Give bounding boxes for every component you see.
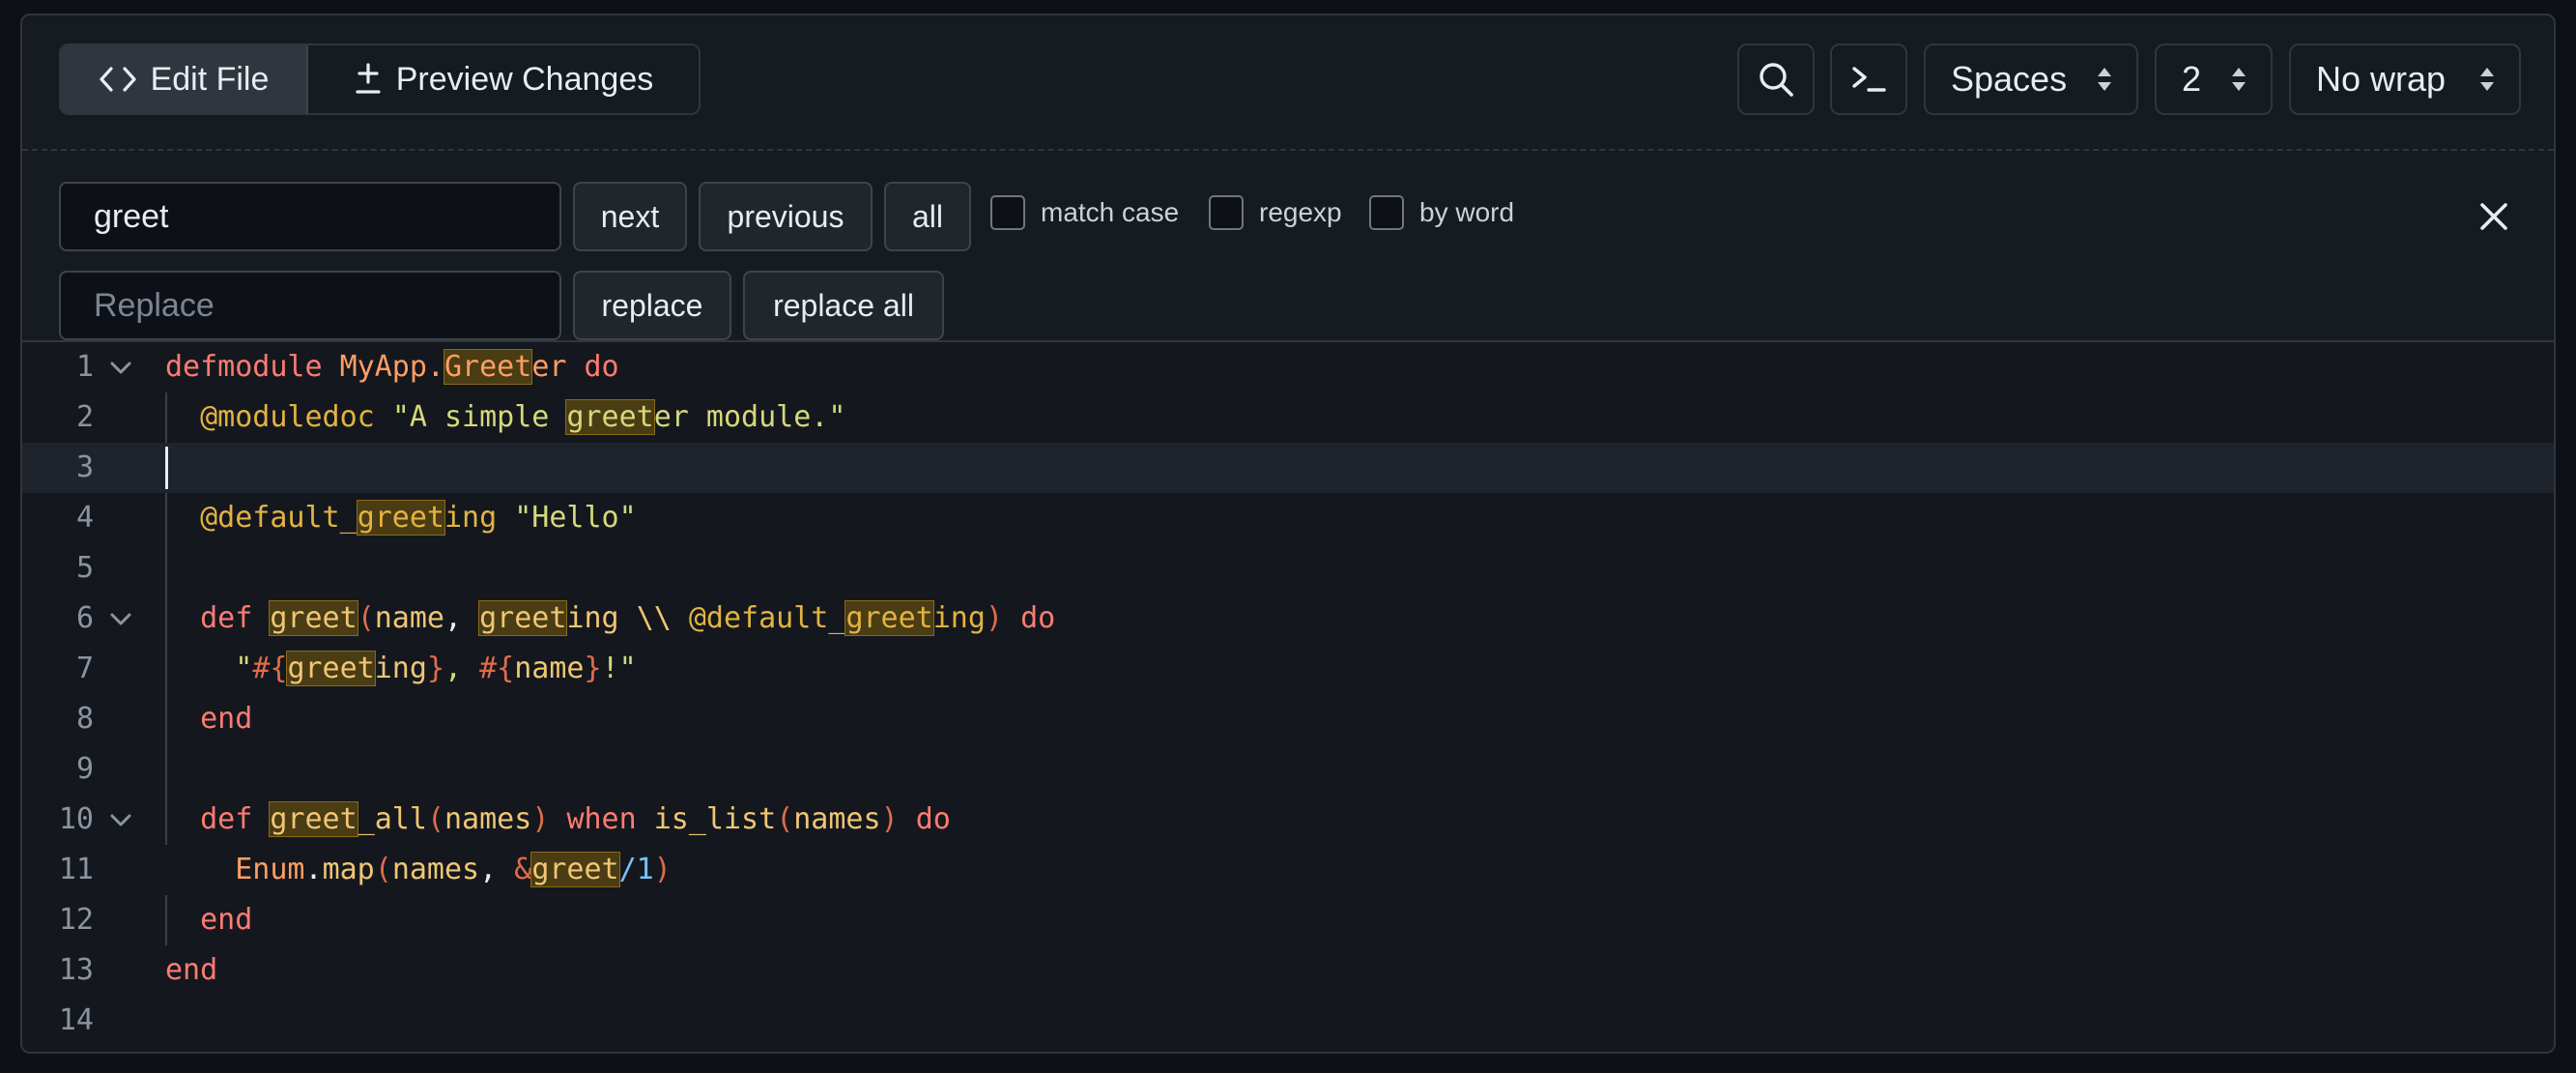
code-text: end [200, 903, 253, 937]
code-text: "#{greeting}, #{name}!" [235, 651, 637, 686]
mode-switch: Edit File Preview Changes [59, 44, 701, 115]
search-input[interactable] [59, 182, 561, 251]
code-text: Enum.map(names, &greet/1) [235, 852, 672, 887]
code-line: 10 def greet_all(names) when is_list(nam… [22, 795, 2554, 845]
chevron-updown-icon [2232, 68, 2246, 91]
code-line: 9 [22, 744, 2554, 795]
line-number: 4 [75, 501, 94, 535]
indent-size-value: 2 [2182, 59, 2202, 99]
chevron-down-icon[interactable] [109, 356, 132, 379]
code-line: 6 def greet(name, greeting \\ @default_g… [22, 594, 2554, 644]
toolbar: Edit File Preview Changes Spaces 2 No wr… [22, 15, 2554, 149]
code-text: def greet(name, greeting \\ @default_gre… [200, 600, 1056, 636]
diff-icon [356, 63, 381, 94]
edit-file-tab[interactable]: Edit File [61, 45, 308, 113]
line-number: 3 [75, 450, 94, 484]
code-line: 7 "#{greeting}, #{name}!" [22, 644, 2554, 694]
code-icon [99, 67, 136, 92]
line-number: 11 [58, 853, 94, 886]
chevron-down-icon[interactable] [109, 607, 132, 630]
regexp-box[interactable] [1209, 195, 1244, 230]
terminal-button[interactable] [1830, 44, 1907, 115]
search-button[interactable] [1737, 44, 1815, 115]
line-number: 8 [75, 702, 94, 736]
line-number: 6 [75, 601, 94, 635]
code-text: end [165, 953, 218, 987]
match-case-label: match case [1041, 197, 1180, 227]
text-cursor [165, 447, 168, 489]
previous-match-button[interactable]: previous [699, 182, 873, 251]
code-text: @moduledoc "A simple greeter module." [200, 399, 846, 435]
search-icon [1760, 63, 1793, 97]
code-line: 8 end [22, 694, 2554, 744]
code-line: 5 [22, 543, 2554, 594]
line-number: 14 [58, 1003, 94, 1037]
regexp-label: regexp [1259, 197, 1342, 227]
indent-mode-select[interactable]: Spaces [1924, 44, 2138, 115]
code-text: defmodule MyApp.Greeter do [165, 349, 619, 385]
chevron-updown-icon [2480, 68, 2494, 91]
wrap-mode-select[interactable]: No wrap [2289, 44, 2521, 115]
code-editor[interactable]: 1 defmodule MyApp.Greeter do 2 @moduledo… [22, 342, 2554, 1052]
code-text: def greet_all(names) when is_list(names)… [200, 801, 951, 837]
line-number: 7 [75, 652, 94, 685]
match-case-checkbox[interactable]: match case [990, 195, 1179, 230]
code-line: 14 [22, 996, 2554, 1046]
indent-size-select[interactable]: 2 [2155, 44, 2273, 115]
close-icon[interactable] [2478, 201, 2509, 232]
match-case-box[interactable] [990, 195, 1025, 230]
replace-button[interactable]: replace [573, 271, 731, 340]
by-word-label: by word [1419, 197, 1515, 227]
code-text: end [200, 702, 253, 736]
line-number: 5 [75, 551, 94, 585]
replace-input[interactable] [59, 271, 561, 340]
preview-changes-label: Preview Changes [395, 60, 654, 98]
code-line: 1 defmodule MyApp.Greeter do [22, 342, 2554, 392]
chevron-down-icon[interactable] [109, 808, 132, 831]
line-number: 10 [58, 802, 94, 836]
preview-changes-tab[interactable]: Preview Changes [308, 45, 699, 113]
code-text: @default_greeting "Hello" [200, 500, 637, 536]
code-line-active: 3 [22, 443, 2554, 493]
terminal-icon [1852, 67, 1886, 92]
line-number: 2 [75, 400, 94, 434]
by-word-box[interactable] [1369, 195, 1404, 230]
next-match-button[interactable]: next [573, 182, 687, 251]
line-number: 1 [75, 350, 94, 384]
by-word-checkbox[interactable]: by word [1369, 195, 1514, 230]
wrap-mode-value: No wrap [2316, 59, 2447, 99]
indent-mode-value: Spaces [1951, 59, 2068, 99]
code-line: 12 end [22, 895, 2554, 945]
select-all-matches-button[interactable]: all [884, 182, 971, 251]
code-line: 2 @moduledoc "A simple greeter module." [22, 392, 2554, 443]
code-line: 13 end [22, 945, 2554, 996]
line-number: 9 [75, 752, 94, 786]
code-line: 11 Enum.map(names, &greet/1) [22, 845, 2554, 895]
code-line: 4 @default_greeting "Hello" [22, 493, 2554, 543]
edit-file-label: Edit File [150, 60, 270, 98]
chevron-updown-icon [2098, 68, 2111, 91]
editor-window: Edit File Preview Changes Spaces 2 No wr… [20, 14, 2556, 1054]
regexp-checkbox[interactable]: regexp [1209, 195, 1342, 230]
line-number: 13 [58, 953, 94, 987]
line-number: 12 [58, 903, 94, 937]
replace-all-button[interactable]: replace all [743, 271, 944, 340]
find-replace-panel: next previous all match case regexp by w… [22, 149, 2554, 342]
